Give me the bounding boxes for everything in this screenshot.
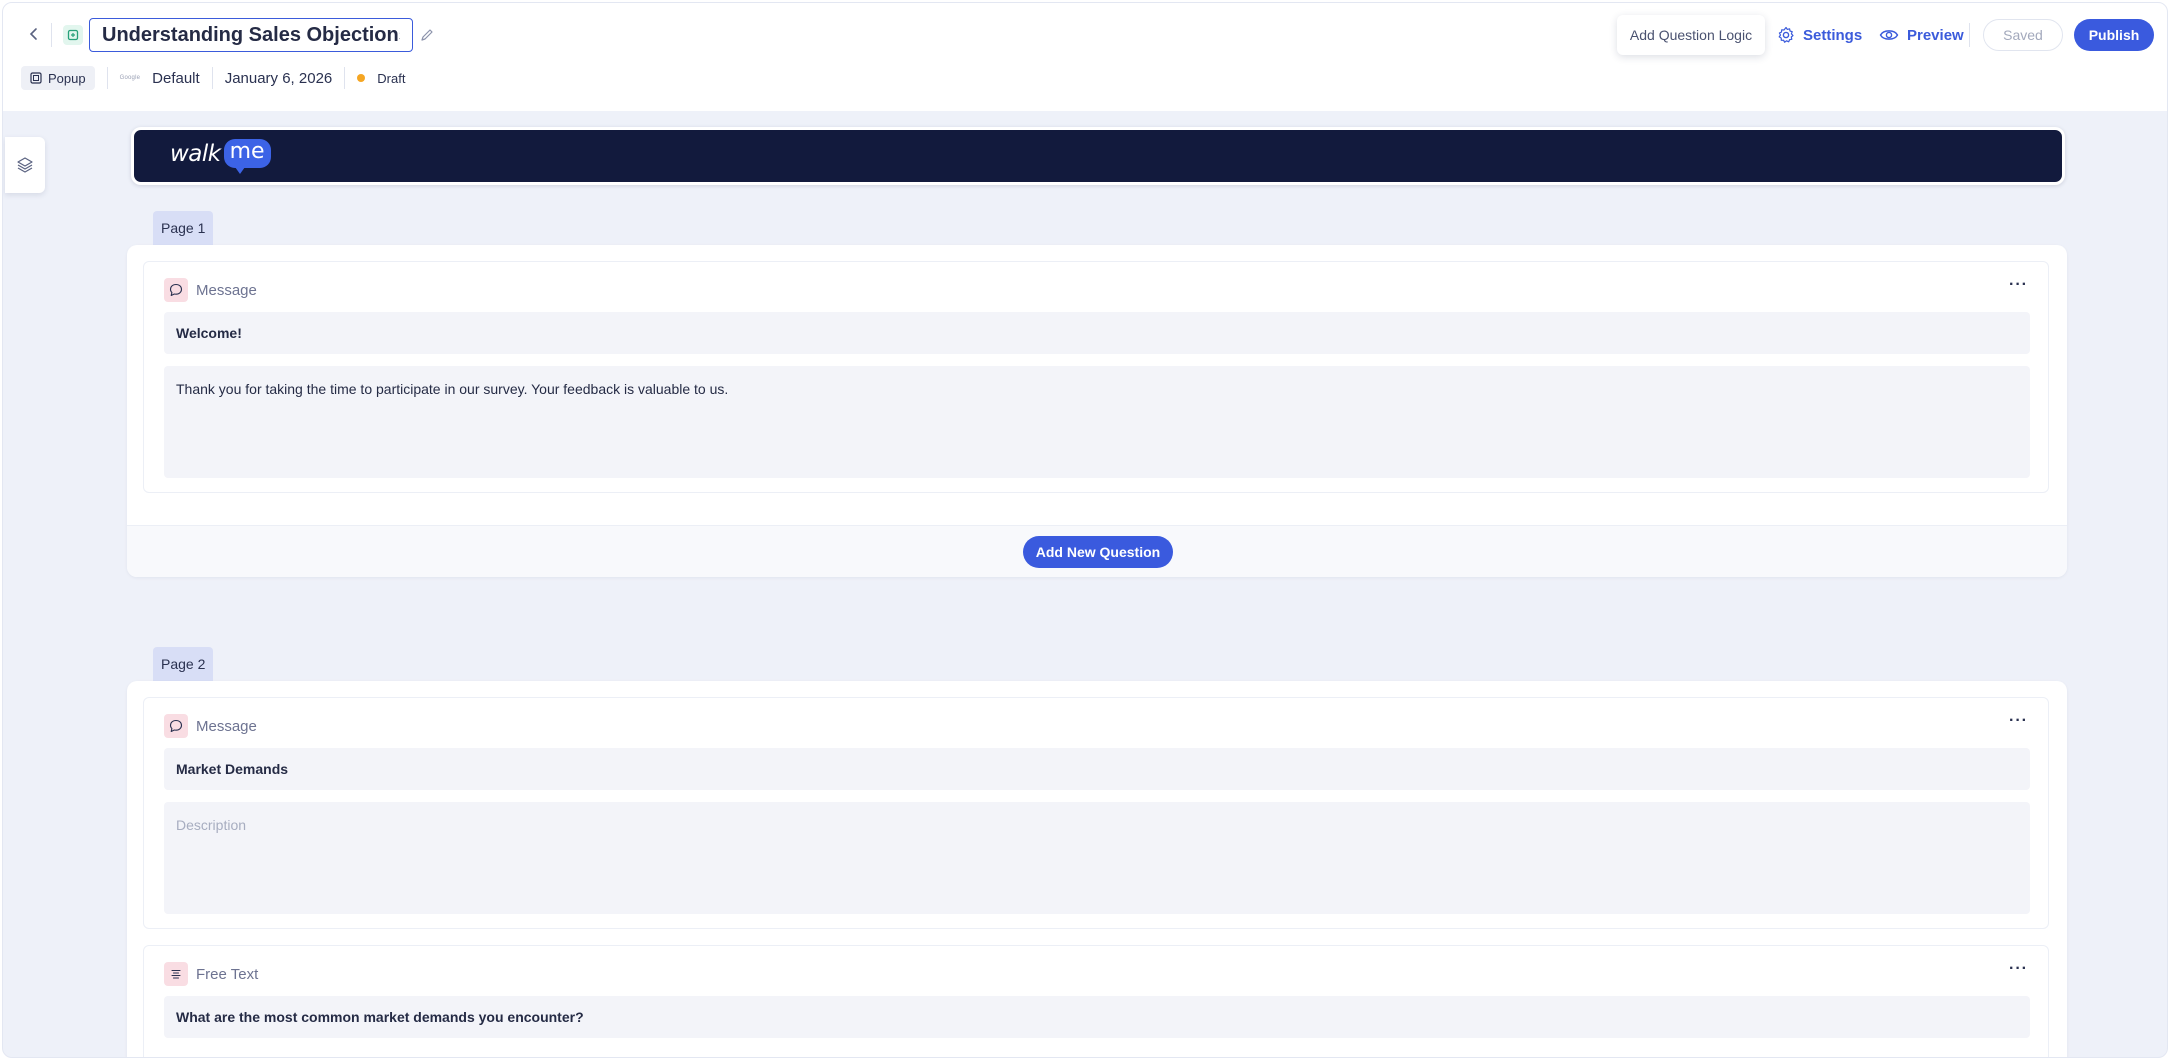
bottom-border bbox=[3, 1057, 2167, 1058]
survey-title-input[interactable] bbox=[89, 18, 413, 52]
type-chip[interactable]: Popup bbox=[21, 66, 95, 90]
layers-button[interactable] bbox=[5, 137, 45, 193]
page-2-card: Message ··· Market Demands Description F… bbox=[127, 681, 2067, 1057]
question-type: Free Text bbox=[164, 962, 258, 986]
question-card[interactable]: Message ··· Market Demands Description bbox=[143, 697, 2049, 929]
settings-label: Settings bbox=[1803, 26, 1863, 44]
text-lines-icon bbox=[164, 962, 188, 986]
type-chip-label: Popup bbox=[48, 70, 86, 86]
eye-icon bbox=[1879, 30, 1899, 40]
chevron-left-icon bbox=[29, 28, 37, 40]
survey-meta-row: Popup Google Default January 6, 2026 Dra… bbox=[21, 65, 405, 91]
divider bbox=[51, 23, 52, 47]
question-type-label: Message bbox=[196, 717, 257, 735]
add-question-logic-button[interactable]: Add Question Logic bbox=[1617, 15, 1765, 55]
question-type-label: Message bbox=[196, 281, 257, 299]
saved-button[interactable]: Saved bbox=[1983, 19, 2063, 51]
page-1-footer: Add New Question bbox=[127, 525, 2067, 577]
date-label: January 6, 2026 bbox=[224, 69, 333, 87]
more-options-icon[interactable]: ··· bbox=[2009, 712, 2028, 730]
question-type-label: Free Text bbox=[196, 965, 259, 983]
publish-button[interactable]: Publish bbox=[2074, 19, 2154, 51]
message-bubble-icon bbox=[164, 714, 188, 738]
logo-me-text: me bbox=[223, 139, 271, 174]
logo-walk-text: walk bbox=[170, 140, 221, 167]
walkme-logo: walk me bbox=[170, 139, 271, 174]
question-type: Message bbox=[164, 714, 257, 738]
survey-type-icon bbox=[63, 25, 83, 45]
question-description-field[interactable]: Thank you for taking the time to partici… bbox=[164, 366, 2030, 478]
add-new-question-button[interactable]: Add New Question bbox=[1023, 536, 1173, 568]
divider bbox=[211, 67, 213, 89]
page-2-tab[interactable]: Page 2 bbox=[153, 647, 214, 681]
page-1-tab[interactable]: Page 1 bbox=[153, 211, 214, 245]
more-options-icon[interactable]: ··· bbox=[2009, 960, 2028, 978]
theme-label[interactable]: Default bbox=[152, 70, 200, 87]
question-card[interactable]: Free Text ··· What are the most common m… bbox=[143, 945, 2049, 1057]
status-label: Draft bbox=[377, 70, 406, 86]
preview-label: Preview bbox=[1907, 26, 1964, 44]
layers-icon bbox=[17, 157, 33, 173]
question-title-field[interactable]: Welcome! bbox=[164, 312, 2030, 354]
page-1-card: Message ··· Welcome! Thank you for takin… bbox=[127, 245, 2067, 577]
divider bbox=[344, 67, 346, 89]
question-description-field[interactable]: Description bbox=[164, 802, 2030, 914]
survey-banner: walk me bbox=[131, 127, 2065, 185]
divider bbox=[106, 67, 108, 89]
message-bubble-icon bbox=[164, 278, 188, 302]
app-frame: Popup Google Default January 6, 2026 Dra… bbox=[2, 2, 2168, 1058]
back-button[interactable] bbox=[25, 25, 43, 43]
divider bbox=[1969, 23, 1970, 47]
preview-button[interactable]: Preview bbox=[1879, 23, 1964, 47]
question-title-field[interactable]: What are the most common market demands … bbox=[164, 996, 2030, 1038]
more-options-icon[interactable]: ··· bbox=[2009, 276, 2028, 294]
google-logo: Google bbox=[119, 75, 141, 81]
question-card[interactable]: Message ··· Welcome! Thank you for takin… bbox=[143, 261, 2049, 493]
settings-button[interactable]: Settings bbox=[1777, 23, 1862, 47]
status-dot-icon bbox=[357, 74, 366, 82]
question-title-field[interactable]: Market Demands bbox=[164, 748, 2030, 790]
editor-header: Popup Google Default January 6, 2026 Dra… bbox=[3, 3, 2167, 111]
gear-icon bbox=[1778, 26, 1794, 43]
pencil-icon[interactable] bbox=[419, 27, 435, 43]
popup-icon bbox=[30, 72, 42, 84]
question-type: Message bbox=[164, 278, 257, 302]
